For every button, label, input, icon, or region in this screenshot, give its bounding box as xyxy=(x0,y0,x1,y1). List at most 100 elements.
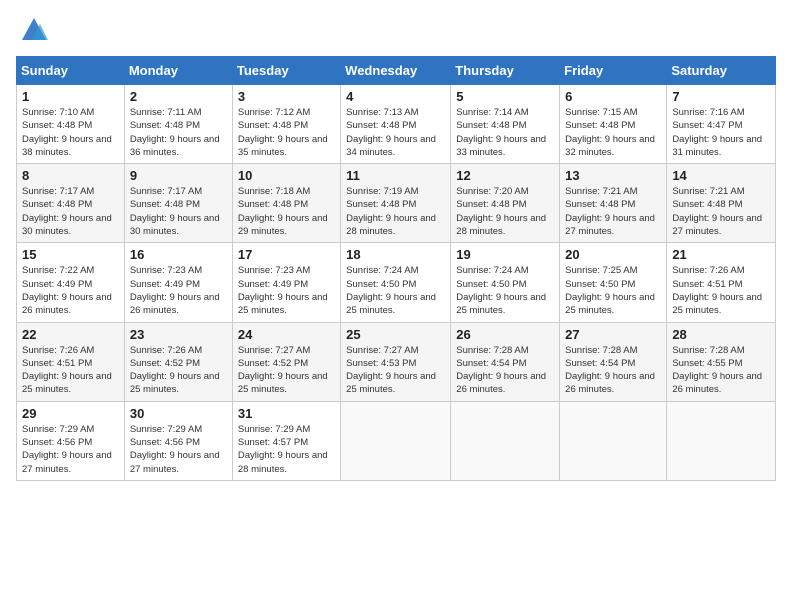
day-number: 22 xyxy=(22,327,119,342)
weekday-header: Thursday xyxy=(451,57,560,85)
day-info: Sunrise: 7:27 AM Sunset: 4:52 PM Dayligh… xyxy=(238,344,335,397)
day-info: Sunrise: 7:24 AM Sunset: 4:50 PM Dayligh… xyxy=(456,264,554,317)
day-info: Sunrise: 7:21 AM Sunset: 4:48 PM Dayligh… xyxy=(565,185,661,238)
calendar-day-cell: 29 Sunrise: 7:29 AM Sunset: 4:56 PM Dayl… xyxy=(17,401,125,480)
calendar-day-cell: 6 Sunrise: 7:15 AM Sunset: 4:48 PM Dayli… xyxy=(560,85,667,164)
weekday-header: Sunday xyxy=(17,57,125,85)
day-info: Sunrise: 7:28 AM Sunset: 4:54 PM Dayligh… xyxy=(565,344,661,397)
day-number: 2 xyxy=(130,89,227,104)
calendar-day-cell: 28 Sunrise: 7:28 AM Sunset: 4:55 PM Dayl… xyxy=(667,322,776,401)
day-info: Sunrise: 7:29 AM Sunset: 4:56 PM Dayligh… xyxy=(130,423,227,476)
day-number: 12 xyxy=(456,168,554,183)
calendar-week-row: 22 Sunrise: 7:26 AM Sunset: 4:51 PM Dayl… xyxy=(17,322,776,401)
day-info: Sunrise: 7:23 AM Sunset: 4:49 PM Dayligh… xyxy=(130,264,227,317)
empty-cell xyxy=(451,401,560,480)
page-header xyxy=(16,16,776,44)
day-number: 9 xyxy=(130,168,227,183)
day-info: Sunrise: 7:25 AM Sunset: 4:50 PM Dayligh… xyxy=(565,264,661,317)
weekday-header: Saturday xyxy=(667,57,776,85)
calendar-day-cell: 2 Sunrise: 7:11 AM Sunset: 4:48 PM Dayli… xyxy=(124,85,232,164)
day-info: Sunrise: 7:15 AM Sunset: 4:48 PM Dayligh… xyxy=(565,106,661,159)
day-info: Sunrise: 7:16 AM Sunset: 4:47 PM Dayligh… xyxy=(672,106,770,159)
day-number: 17 xyxy=(238,247,335,262)
day-number: 15 xyxy=(22,247,119,262)
calendar-day-cell: 26 Sunrise: 7:28 AM Sunset: 4:54 PM Dayl… xyxy=(451,322,560,401)
day-number: 10 xyxy=(238,168,335,183)
calendar-day-cell: 4 Sunrise: 7:13 AM Sunset: 4:48 PM Dayli… xyxy=(341,85,451,164)
calendar-day-cell: 21 Sunrise: 7:26 AM Sunset: 4:51 PM Dayl… xyxy=(667,243,776,322)
calendar-header-row: SundayMondayTuesdayWednesdayThursdayFrid… xyxy=(17,57,776,85)
day-number: 7 xyxy=(672,89,770,104)
calendar-day-cell: 17 Sunrise: 7:23 AM Sunset: 4:49 PM Dayl… xyxy=(232,243,340,322)
day-number: 26 xyxy=(456,327,554,342)
logo xyxy=(16,16,48,44)
day-number: 28 xyxy=(672,327,770,342)
calendar-week-row: 8 Sunrise: 7:17 AM Sunset: 4:48 PM Dayli… xyxy=(17,164,776,243)
calendar-day-cell: 30 Sunrise: 7:29 AM Sunset: 4:56 PM Dayl… xyxy=(124,401,232,480)
empty-cell xyxy=(341,401,451,480)
calendar: SundayMondayTuesdayWednesdayThursdayFrid… xyxy=(16,56,776,481)
calendar-day-cell: 25 Sunrise: 7:27 AM Sunset: 4:53 PM Dayl… xyxy=(341,322,451,401)
calendar-day-cell: 12 Sunrise: 7:20 AM Sunset: 4:48 PM Dayl… xyxy=(451,164,560,243)
day-info: Sunrise: 7:24 AM Sunset: 4:50 PM Dayligh… xyxy=(346,264,445,317)
calendar-day-cell: 5 Sunrise: 7:14 AM Sunset: 4:48 PM Dayli… xyxy=(451,85,560,164)
calendar-day-cell: 1 Sunrise: 7:10 AM Sunset: 4:48 PM Dayli… xyxy=(17,85,125,164)
day-number: 6 xyxy=(565,89,661,104)
day-info: Sunrise: 7:22 AM Sunset: 4:49 PM Dayligh… xyxy=(22,264,119,317)
day-info: Sunrise: 7:29 AM Sunset: 4:57 PM Dayligh… xyxy=(238,423,335,476)
day-info: Sunrise: 7:21 AM Sunset: 4:48 PM Dayligh… xyxy=(672,185,770,238)
day-number: 23 xyxy=(130,327,227,342)
day-number: 18 xyxy=(346,247,445,262)
calendar-week-row: 1 Sunrise: 7:10 AM Sunset: 4:48 PM Dayli… xyxy=(17,85,776,164)
weekday-header: Wednesday xyxy=(341,57,451,85)
day-number: 19 xyxy=(456,247,554,262)
day-number: 1 xyxy=(22,89,119,104)
calendar-day-cell: 19 Sunrise: 7:24 AM Sunset: 4:50 PM Dayl… xyxy=(451,243,560,322)
calendar-day-cell: 14 Sunrise: 7:21 AM Sunset: 4:48 PM Dayl… xyxy=(667,164,776,243)
empty-cell xyxy=(560,401,667,480)
day-number: 27 xyxy=(565,327,661,342)
day-number: 30 xyxy=(130,406,227,421)
weekday-header: Monday xyxy=(124,57,232,85)
calendar-day-cell: 7 Sunrise: 7:16 AM Sunset: 4:47 PM Dayli… xyxy=(667,85,776,164)
day-info: Sunrise: 7:26 AM Sunset: 4:51 PM Dayligh… xyxy=(672,264,770,317)
day-info: Sunrise: 7:19 AM Sunset: 4:48 PM Dayligh… xyxy=(346,185,445,238)
calendar-day-cell: 27 Sunrise: 7:28 AM Sunset: 4:54 PM Dayl… xyxy=(560,322,667,401)
calendar-day-cell: 10 Sunrise: 7:18 AM Sunset: 4:48 PM Dayl… xyxy=(232,164,340,243)
day-info: Sunrise: 7:11 AM Sunset: 4:48 PM Dayligh… xyxy=(130,106,227,159)
day-info: Sunrise: 7:18 AM Sunset: 4:48 PM Dayligh… xyxy=(238,185,335,238)
calendar-day-cell: 20 Sunrise: 7:25 AM Sunset: 4:50 PM Dayl… xyxy=(560,243,667,322)
weekday-header: Tuesday xyxy=(232,57,340,85)
day-number: 11 xyxy=(346,168,445,183)
day-info: Sunrise: 7:13 AM Sunset: 4:48 PM Dayligh… xyxy=(346,106,445,159)
day-info: Sunrise: 7:28 AM Sunset: 4:54 PM Dayligh… xyxy=(456,344,554,397)
day-number: 29 xyxy=(22,406,119,421)
calendar-week-row: 15 Sunrise: 7:22 AM Sunset: 4:49 PM Dayl… xyxy=(17,243,776,322)
calendar-day-cell: 16 Sunrise: 7:23 AM Sunset: 4:49 PM Dayl… xyxy=(124,243,232,322)
logo-icon xyxy=(20,16,48,44)
calendar-day-cell: 23 Sunrise: 7:26 AM Sunset: 4:52 PM Dayl… xyxy=(124,322,232,401)
day-number: 16 xyxy=(130,247,227,262)
day-number: 3 xyxy=(238,89,335,104)
day-info: Sunrise: 7:28 AM Sunset: 4:55 PM Dayligh… xyxy=(672,344,770,397)
calendar-week-row: 29 Sunrise: 7:29 AM Sunset: 4:56 PM Dayl… xyxy=(17,401,776,480)
calendar-day-cell: 24 Sunrise: 7:27 AM Sunset: 4:52 PM Dayl… xyxy=(232,322,340,401)
calendar-day-cell: 15 Sunrise: 7:22 AM Sunset: 4:49 PM Dayl… xyxy=(17,243,125,322)
calendar-day-cell: 3 Sunrise: 7:12 AM Sunset: 4:48 PM Dayli… xyxy=(232,85,340,164)
calendar-day-cell: 22 Sunrise: 7:26 AM Sunset: 4:51 PM Dayl… xyxy=(17,322,125,401)
calendar-day-cell: 31 Sunrise: 7:29 AM Sunset: 4:57 PM Dayl… xyxy=(232,401,340,480)
calendar-day-cell: 11 Sunrise: 7:19 AM Sunset: 4:48 PM Dayl… xyxy=(341,164,451,243)
day-info: Sunrise: 7:14 AM Sunset: 4:48 PM Dayligh… xyxy=(456,106,554,159)
day-number: 20 xyxy=(565,247,661,262)
day-number: 5 xyxy=(456,89,554,104)
day-number: 14 xyxy=(672,168,770,183)
day-info: Sunrise: 7:17 AM Sunset: 4:48 PM Dayligh… xyxy=(22,185,119,238)
day-info: Sunrise: 7:27 AM Sunset: 4:53 PM Dayligh… xyxy=(346,344,445,397)
day-info: Sunrise: 7:29 AM Sunset: 4:56 PM Dayligh… xyxy=(22,423,119,476)
day-info: Sunrise: 7:26 AM Sunset: 4:51 PM Dayligh… xyxy=(22,344,119,397)
calendar-day-cell: 8 Sunrise: 7:17 AM Sunset: 4:48 PM Dayli… xyxy=(17,164,125,243)
calendar-day-cell: 13 Sunrise: 7:21 AM Sunset: 4:48 PM Dayl… xyxy=(560,164,667,243)
day-info: Sunrise: 7:12 AM Sunset: 4:48 PM Dayligh… xyxy=(238,106,335,159)
day-info: Sunrise: 7:17 AM Sunset: 4:48 PM Dayligh… xyxy=(130,185,227,238)
day-number: 25 xyxy=(346,327,445,342)
